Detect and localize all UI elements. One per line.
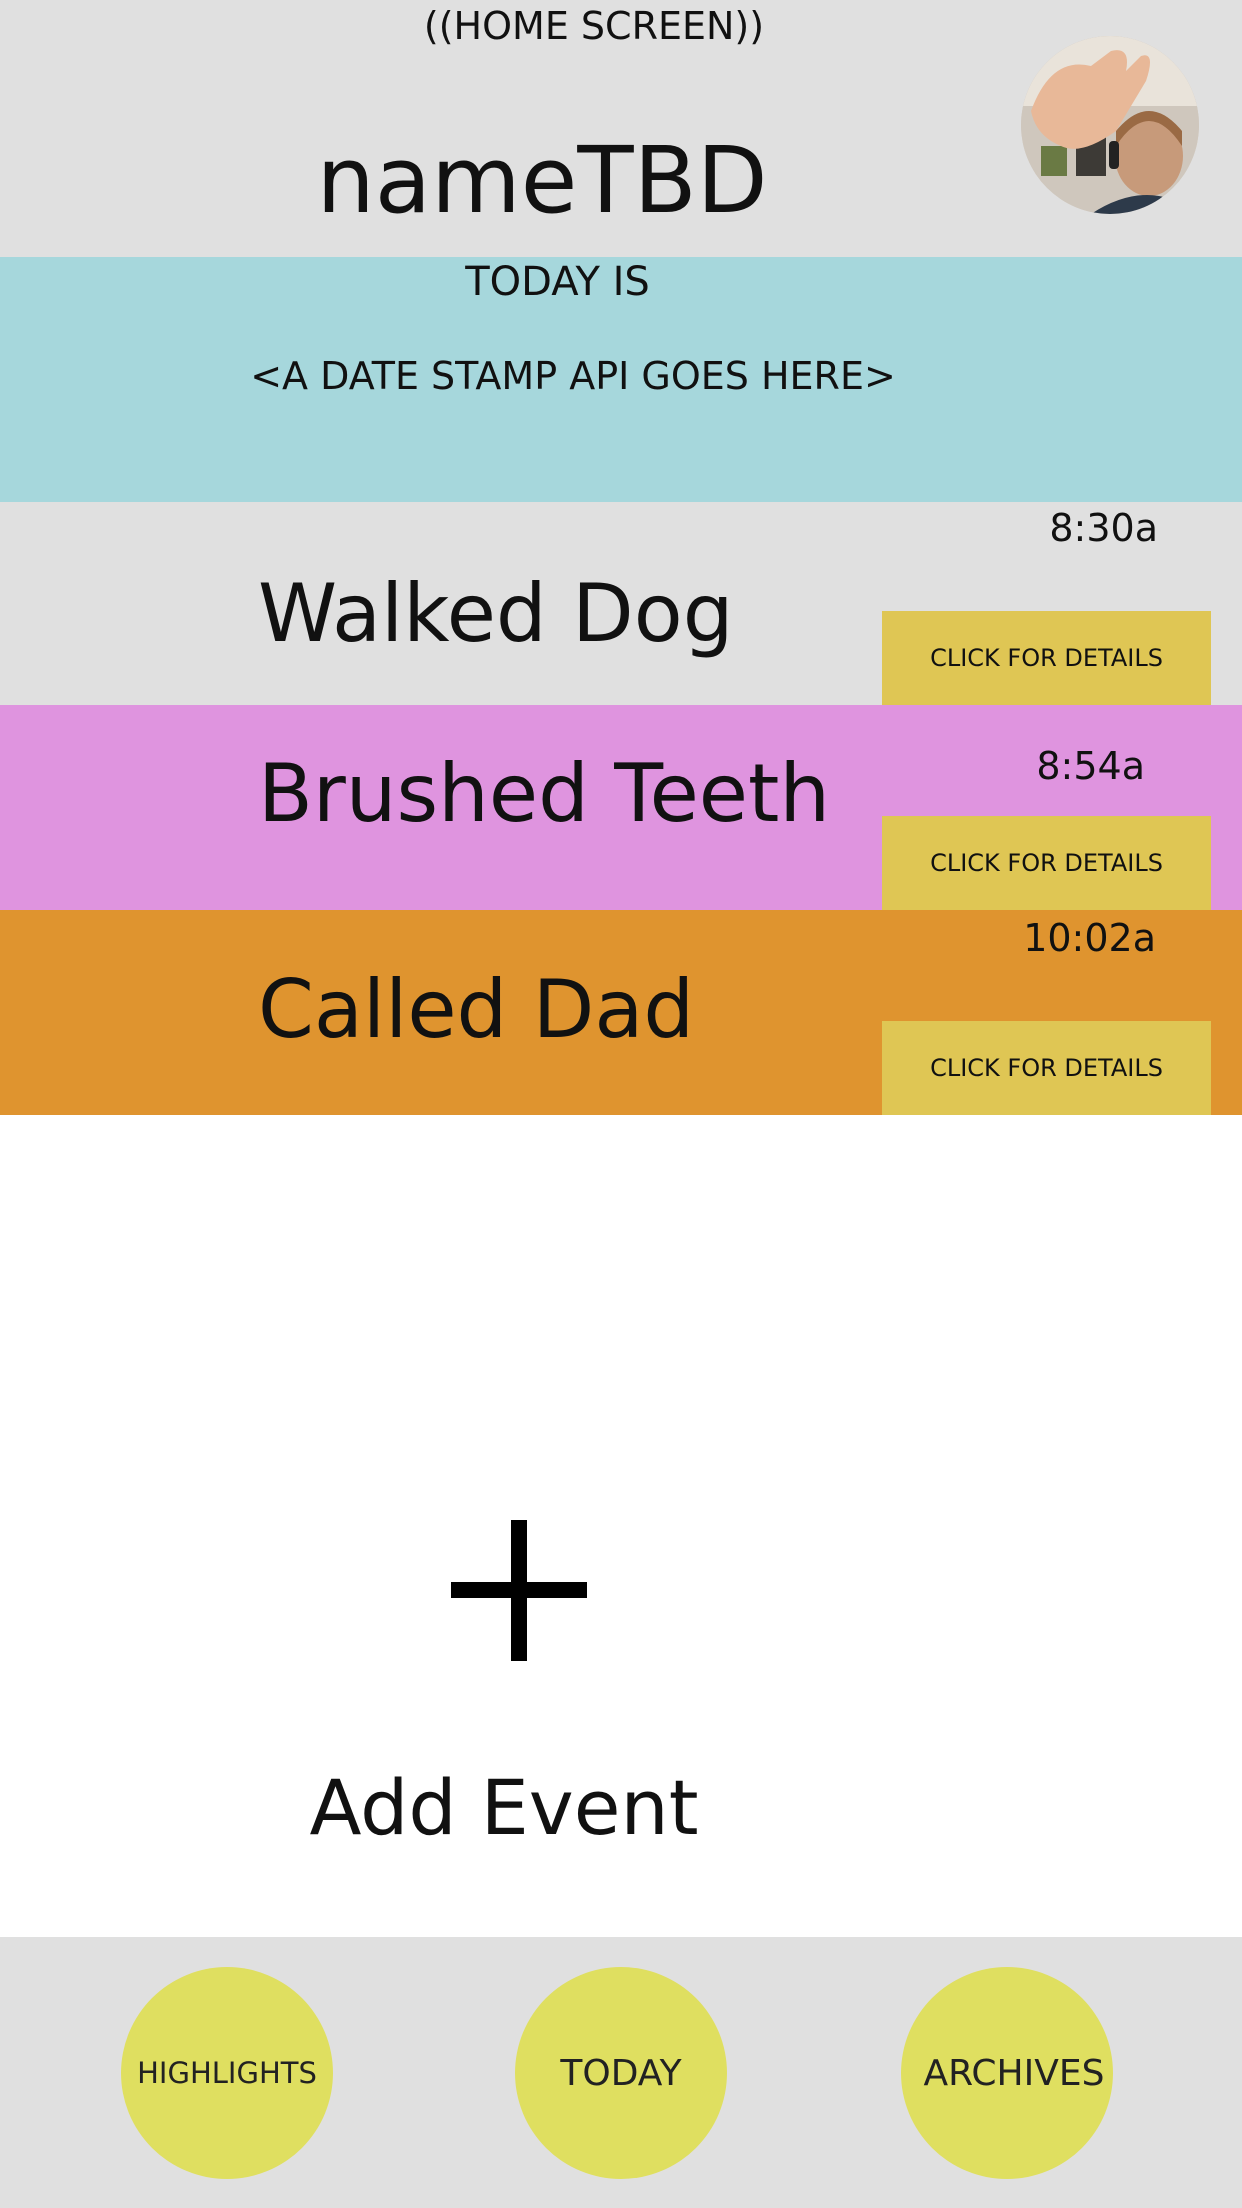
date-stamp: <A DATE STAMP API GOES HERE> xyxy=(250,354,896,398)
event-time: 10:02a xyxy=(1023,916,1156,960)
event-name: Walked Dog xyxy=(258,567,734,660)
details-button-label: CLICK FOR DETAILS xyxy=(930,644,1163,672)
add-event-label[interactable]: Add Event xyxy=(0,1763,1008,1852)
screen-label: ((HOME SCREEN)) xyxy=(423,4,765,48)
profile-photo xyxy=(1021,36,1199,214)
event-name: Brushed Teeth xyxy=(258,747,831,840)
details-button-label: CLICK FOR DETAILS xyxy=(930,1054,1163,1082)
nav-button-highlights[interactable]: HIGHLIGHTS xyxy=(121,1967,333,2179)
details-button[interactable]: CLICK FOR DETAILS xyxy=(882,816,1211,910)
nav-button-archives[interactable]: ARCHIVES xyxy=(901,1967,1113,2179)
details-button-label: CLICK FOR DETAILS xyxy=(930,849,1163,877)
today-label: TODAY IS xyxy=(465,259,650,305)
nav-button-today[interactable]: TODAY xyxy=(515,1967,727,2179)
details-button[interactable]: CLICK FOR DETAILS xyxy=(882,611,1211,705)
event-time: 8:30a xyxy=(1049,506,1158,550)
nav-label: HIGHLIGHTS xyxy=(137,2056,317,2090)
event-name: Called Dad xyxy=(258,963,695,1056)
nav-label: TODAY xyxy=(560,2052,682,2094)
plus-icon[interactable] xyxy=(451,1520,587,1661)
nav-label: ARCHIVES xyxy=(923,2052,1105,2094)
app-title: nameTBD xyxy=(316,127,768,234)
event-time: 8:54a xyxy=(1036,744,1145,788)
details-button[interactable]: CLICK FOR DETAILS xyxy=(882,1021,1211,1115)
avatar[interactable] xyxy=(1021,36,1199,214)
